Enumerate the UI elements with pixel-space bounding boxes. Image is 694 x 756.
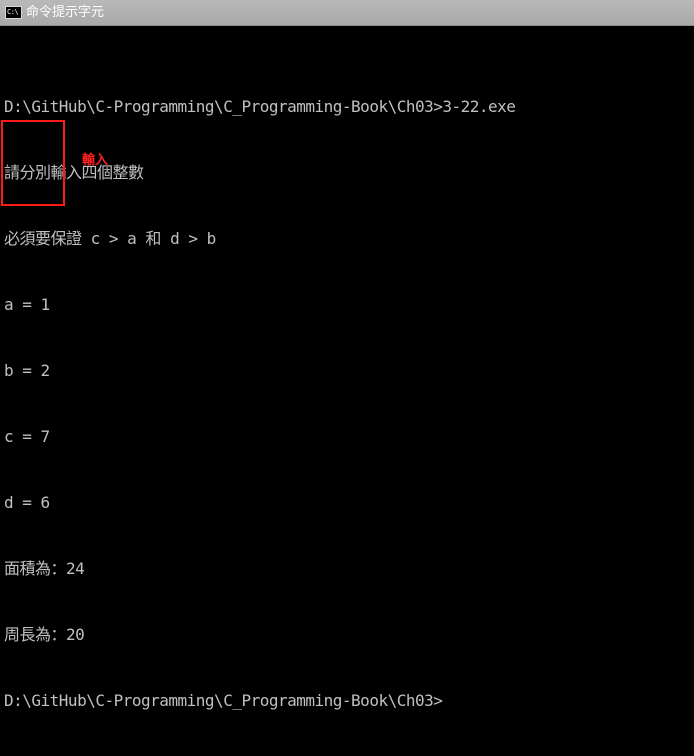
command-prompt-icon[interactable]: C:\ bbox=[5, 6, 22, 19]
console-line-condition-message: 必須要保證 c > a 和 d > b bbox=[4, 229, 216, 248]
input-highlight-box bbox=[1, 120, 65, 206]
command-prompt-window: C:\ 命令提示字元 D:\GitHub\C-Programming\C_Pro… bbox=[0, 0, 694, 710]
console-line-input-c: c = 7 bbox=[4, 427, 50, 446]
console-line-next-prompt: D:\GitHub\C-Programming\C_Programming-Bo… bbox=[4, 691, 443, 710]
console-output[interactable]: D:\GitHub\C-Programming\C_Programming-Bo… bbox=[4, 52, 690, 710]
app-icon-label: C:\ bbox=[7, 8, 19, 16]
console-line-input-d: d = 6 bbox=[4, 493, 50, 512]
title-bar[interactable]: C:\ 命令提示字元 bbox=[0, 0, 694, 26]
input-annotation-label: 輸入 bbox=[82, 153, 109, 168]
window-title: 命令提示字元 bbox=[26, 5, 105, 20]
console-line-area-result: 面積為：24 bbox=[4, 559, 85, 578]
console-line-input-b: b = 2 bbox=[4, 361, 50, 380]
console-line-input-a: a = 1 bbox=[4, 295, 50, 314]
console-line-command: D:\GitHub\C-Programming\C_Programming-Bo… bbox=[4, 97, 516, 116]
console-line-perimeter-result: 周長為：20 bbox=[4, 625, 85, 644]
